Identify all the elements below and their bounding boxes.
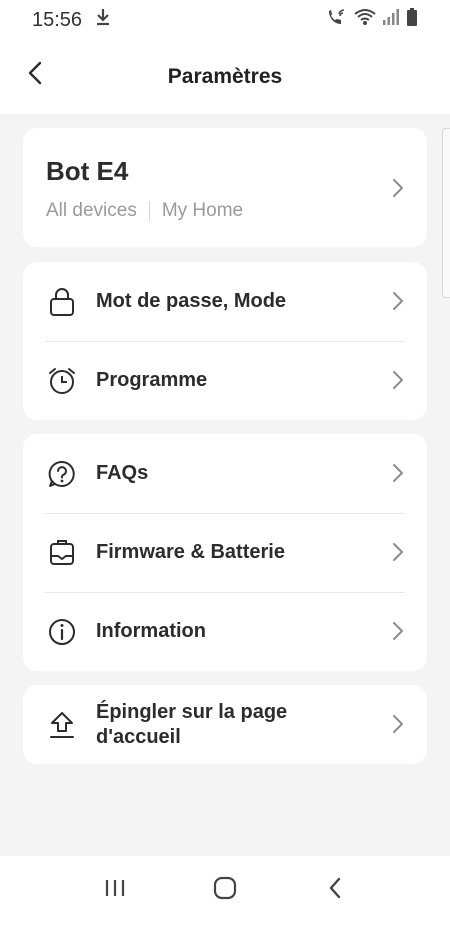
download-icon [96,8,110,32]
home-button[interactable] [205,871,245,911]
chevron-right-icon [393,715,403,733]
settings-group-pin: Épingler sur la page d'accueil [23,685,427,764]
recent-apps-button[interactable] [95,871,135,911]
device-room-label: My Home [161,200,244,221]
wifi-calling-icon [326,8,348,32]
menu-item-schedule[interactable]: Programme [23,341,427,420]
menu-item-firmware-battery[interactable]: Firmware & Batterie [23,513,427,592]
menu-item-label: Programme [96,369,208,391]
menu-item-information[interactable]: Information [23,592,427,671]
menu-item-pin-home[interactable]: Épingler sur la page d'accueil [23,685,427,764]
home-icon [213,876,237,905]
status-bar: 15:56 [0,0,450,40]
system-nav-bar [0,856,450,925]
menu-item-faqs[interactable]: FAQs [23,434,427,513]
info-icon [47,617,77,647]
menu-item-label: Mot de passe, Mode [96,290,287,312]
status-right [326,8,418,32]
chevron-right-icon [393,622,403,640]
settings-group-security: Mot de passe, Mode Programme [23,262,427,420]
battery-icon [406,8,418,32]
back-icon [327,876,343,905]
chevron-right-icon [393,292,403,310]
device-name: Bot E4 [46,156,129,186]
lock-icon [47,287,77,317]
settings-group-info: FAQs Firmware & Batterie Information [23,434,427,671]
device-location-label: All devices [46,200,137,221]
nav-back-button[interactable] [315,871,355,911]
signal-icon [382,8,400,32]
menu-item-label: Firmware & Batterie [96,541,285,563]
menu-item-label: FAQs [96,462,149,484]
chevron-left-icon [27,61,43,90]
status-time: 15:56 [32,8,83,31]
device-card[interactable]: Bot E4 All devices My Home [23,128,427,247]
chevron-right-icon [393,371,403,389]
chevron-right-icon [393,543,403,561]
pin-upload-icon [47,710,77,740]
wifi-icon [354,8,376,32]
device-location: All devices My Home [46,200,243,222]
scrollbar[interactable] [442,128,450,298]
back-button[interactable] [20,60,50,90]
alarm-clock-icon [47,366,77,396]
menu-item-label: Épingler sur la page d'accueil [96,700,288,748]
menu-item-password-mode[interactable]: Mot de passe, Mode [23,262,427,341]
question-icon [47,459,77,489]
recent-apps-icon [104,878,126,903]
chevron-right-icon [393,464,403,482]
status-left: 15:56 [32,8,110,32]
menu-item-label: Information [96,620,206,642]
chevron-right-icon [393,179,403,197]
page-title: Paramètres [167,65,283,88]
separator [148,201,150,221]
firmware-icon [47,538,77,568]
header: Paramètres [0,40,450,114]
